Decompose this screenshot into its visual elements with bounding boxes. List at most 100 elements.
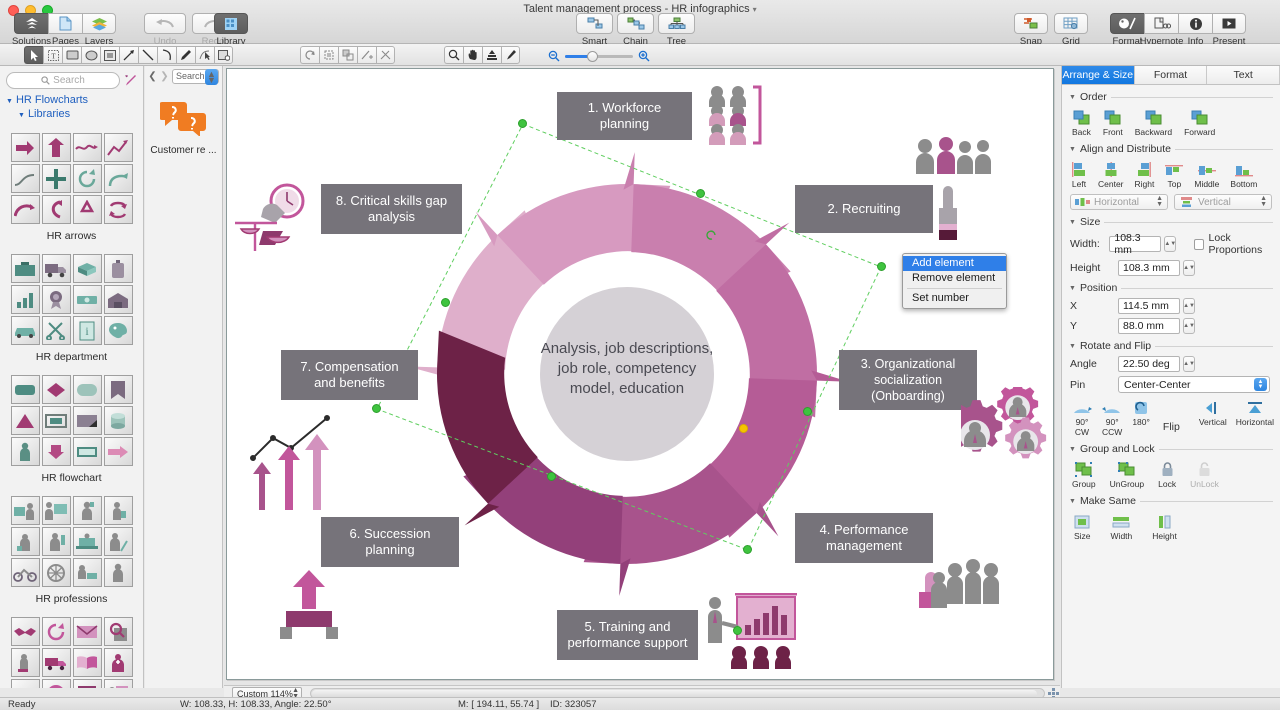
- align-right-button[interactable]: Right: [1135, 160, 1154, 189]
- zoom-slider-knob[interactable]: [587, 50, 598, 62]
- shape-down-arrow[interactable]: [41, 437, 71, 466]
- shape-corner-box[interactable]: [72, 406, 102, 435]
- zoom-slider-track[interactable]: [565, 50, 633, 62]
- library-grid[interactable]: i: [0, 254, 143, 345]
- lock-button[interactable]: Lock: [1158, 460, 1176, 489]
- inspector-tabs[interactable]: Arrange & Size Format Text: [1062, 66, 1280, 85]
- shape-truck[interactable]: [41, 254, 71, 283]
- shape-capsule[interactable]: [72, 375, 102, 404]
- send-backward-button[interactable]: Backward: [1135, 108, 1172, 137]
- shape-trend-arrow[interactable]: [103, 133, 133, 162]
- unlock-button[interactable]: UnLock: [1190, 460, 1219, 489]
- stepper-icon[interactable]: ▲ ▼: [1156, 195, 1163, 208]
- rotate-180-button[interactable]: 180°: [1132, 398, 1150, 437]
- shape-cross-arrows[interactable]: [41, 164, 71, 193]
- ungroup-button[interactable]: UnGroup: [1110, 460, 1144, 489]
- shape-info-card[interactable]: i: [72, 316, 102, 345]
- shape-box-outline[interactable]: [41, 406, 71, 435]
- tab-arrange-size[interactable]: Arrange & Size: [1062, 66, 1135, 84]
- shape-person-plus[interactable]: [103, 648, 133, 677]
- shape-warehouse[interactable]: [103, 285, 133, 314]
- shape-envelope[interactable]: [72, 617, 102, 646]
- shape-search-person[interactable]: [103, 617, 133, 646]
- step-label-7[interactable]: 7. Compensation and benefits: [281, 350, 418, 400]
- shape-curve-arrow[interactable]: [10, 195, 40, 224]
- title-chevron-icon[interactable]: ▾: [753, 5, 757, 14]
- shape-delivery-truck[interactable]: [41, 648, 71, 677]
- library-grid[interactable]: [0, 496, 143, 587]
- pin-select[interactable]: Center-Center ▲ ▼: [1118, 376, 1270, 393]
- distribute-horizontal-select[interactable]: Horizontal ▲ ▼: [1070, 194, 1168, 210]
- shape-circular-arrow[interactable]: [72, 164, 102, 193]
- step-label-4[interactable]: 4. Performance management: [795, 513, 933, 563]
- selection-handle-left[interactable]: [372, 404, 381, 413]
- align-top-button[interactable]: Top: [1165, 160, 1184, 189]
- crop-tool-button[interactable]: [319, 46, 338, 64]
- x-input[interactable]: 114.5 mm: [1118, 298, 1180, 314]
- step-label-5[interactable]: 5. Training and performance support: [557, 610, 698, 660]
- pin-stepper-icon[interactable]: ▲ ▼: [1254, 378, 1267, 391]
- shape-painter[interactable]: [41, 527, 71, 556]
- chain-connector-button[interactable]: Chain: [617, 13, 654, 47]
- shape-banner[interactable]: [103, 375, 133, 404]
- format-button[interactable]: Format: [1110, 13, 1144, 47]
- pages-button[interactable]: Pages: [48, 13, 82, 47]
- undo-button[interactable]: Undo: [144, 13, 186, 47]
- shape-award[interactable]: [41, 285, 71, 314]
- selection-handle-control[interactable]: [739, 424, 748, 433]
- shape-arrow-up[interactable]: [41, 133, 71, 162]
- selection-handle-mid[interactable]: [733, 626, 742, 635]
- section-position-header[interactable]: ▼ Position: [1062, 282, 1280, 294]
- rotate-cw-button[interactable]: 90° CW: [1072, 398, 1092, 437]
- library-grid[interactable]: [0, 133, 143, 224]
- hand-tool-button[interactable]: [463, 46, 482, 64]
- arrow-tool-button[interactable]: [119, 46, 138, 64]
- shape-presenter[interactable]: [103, 679, 133, 688]
- zoom-slider[interactable]: [548, 50, 650, 62]
- shape-return-arrow[interactable]: [103, 164, 133, 193]
- shape-palette[interactable]: [103, 316, 133, 345]
- document-page[interactable]: Analysis, job descriptions, job role, co…: [226, 68, 1054, 680]
- trim-tool-button[interactable]: [338, 46, 357, 64]
- library-grid[interactable]: [0, 617, 143, 688]
- height-input[interactable]: 108.3 mm: [1118, 260, 1180, 276]
- context-menu[interactable]: Add element Remove element Set number: [902, 253, 1007, 309]
- context-menu-item-remove-element[interactable]: Remove element: [903, 271, 1006, 286]
- shape-wave-arrow[interactable]: [72, 133, 102, 162]
- step-label-8[interactable]: 8. Critical skills gap analysis: [321, 184, 462, 234]
- chevron-left-icon[interactable]: ❮: [148, 71, 157, 82]
- shape-bar-chart[interactable]: [10, 285, 40, 314]
- library-grid[interactable]: [0, 375, 143, 466]
- join-tool-button[interactable]: [357, 46, 376, 64]
- shape-triangle[interactable]: [10, 406, 40, 435]
- library-search-input[interactable]: Search... ▲ ▼: [172, 68, 219, 85]
- shape-sailor[interactable]: [41, 558, 71, 587]
- same-height-button[interactable]: Height: [1152, 512, 1177, 541]
- selection-handle-top[interactable]: [518, 119, 527, 128]
- info-button[interactable]: Info: [1178, 13, 1212, 47]
- x-stepper[interactable]: ▲▼: [1183, 298, 1195, 314]
- shape-recycle-arrows[interactable]: [72, 195, 102, 224]
- shape-scissors[interactable]: [41, 316, 71, 345]
- shape-person[interactable]: [10, 437, 40, 466]
- tab-format[interactable]: Format: [1134, 66, 1208, 84]
- shape-cylinder[interactable]: [103, 406, 133, 435]
- shape-pink-arrow[interactable]: [103, 437, 133, 466]
- shape-gardener[interactable]: [103, 527, 133, 556]
- shape-scientist[interactable]: [72, 496, 102, 525]
- y-input[interactable]: 88.0 mm: [1118, 318, 1180, 334]
- shape-double-arrow[interactable]: [103, 195, 133, 224]
- sidebar-tree-hr-flowcharts[interactable]: ▼ HR Flowcharts: [0, 93, 143, 107]
- lock-proportions-row[interactable]: Lock Proportions: [1194, 232, 1272, 256]
- same-size-button[interactable]: Size: [1074, 512, 1091, 541]
- same-width-button[interactable]: Width: [1111, 512, 1132, 541]
- selection-handle-bottom[interactable]: [743, 545, 752, 554]
- stepper-icon[interactable]: ▲ ▼: [1260, 195, 1267, 208]
- width-input[interactable]: 108.3 mm: [1109, 232, 1162, 256]
- shape-monitor[interactable]: [72, 679, 102, 688]
- solutions-button[interactable]: Solutions: [12, 13, 51, 47]
- fill-tool-button[interactable]: [482, 46, 501, 64]
- library-button[interactable]: Library: [214, 13, 248, 47]
- bring-to-front-button[interactable]: Front: [1103, 108, 1123, 137]
- section-rotate-header[interactable]: ▼ Rotate and Flip: [1062, 340, 1280, 352]
